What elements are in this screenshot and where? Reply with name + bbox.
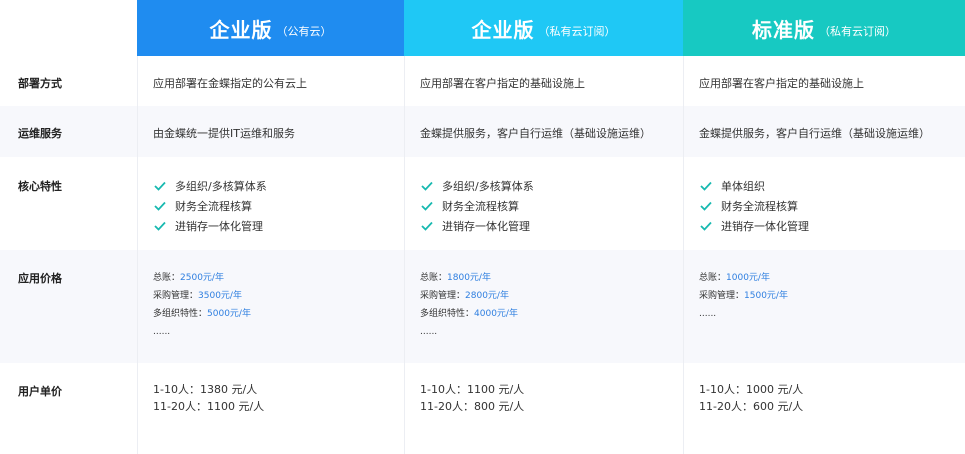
check-icon: [153, 219, 167, 233]
feature-item: 多组织/多核算体系: [153, 176, 267, 196]
price-item: 采购管理：1500元/年: [699, 287, 788, 305]
unit-price-line: 11-20人：600 元/人: [699, 400, 804, 413]
price-item: 多组织特性：4000元/年: [420, 305, 518, 323]
feature-text: 进销存一体化管理: [175, 220, 263, 233]
unit-price-line: 11-20人：1100 元/人: [153, 400, 265, 413]
column-divider: [404, 56, 405, 454]
column-header-enterprise-public: 企业版 （公有云）: [137, 0, 404, 56]
feature-text: 多组织/多核算体系: [175, 180, 267, 193]
feature-item: 多组织/多核算体系: [420, 176, 534, 196]
feature-item: 进销存一体化管理: [153, 216, 267, 236]
feature-item: 进销存一体化管理: [420, 216, 534, 236]
price-name: 总账：: [699, 273, 727, 283]
row-label: 运维服务: [18, 127, 62, 140]
price-name: 采购管理：: [420, 291, 466, 301]
price-value: 2500元/年: [180, 273, 224, 283]
price-value: 1000元/年: [726, 273, 770, 283]
price-name: 多组织特性：: [420, 309, 475, 319]
price-item: 采购管理：2800元/年: [420, 287, 518, 305]
unit-price-cell: 1-10人：1000 元/人 11-20人：600 元/人: [683, 381, 803, 415]
price-value: 2800元/年: [465, 291, 509, 301]
column-subtitle: （私有云订阅）: [819, 25, 896, 38]
feature-item: 进销存一体化管理: [699, 216, 809, 236]
check-icon: [699, 199, 713, 213]
unit-price-line: 11-20人：800 元/人: [420, 400, 525, 413]
row-label: 用户单价: [18, 385, 62, 398]
price-item: 采购管理：3500元/年: [153, 287, 251, 305]
feature-item: 财务全流程核算: [420, 196, 534, 216]
row-price: 应用价格 总账：2500元/年 采购管理：3500元/年 多组织特性：5000元…: [0, 250, 965, 363]
unit-price-line: 1-10人：1100 元/人: [420, 383, 525, 396]
price-ellipsis: ......: [699, 309, 717, 319]
column-title: 标准版: [752, 17, 815, 42]
price-name: 多组织特性：: [153, 309, 208, 319]
column-divider: [683, 56, 684, 454]
deploy-cell: 应用部署在金蝶指定的公有云上: [153, 77, 307, 90]
check-icon: [699, 179, 713, 193]
table-header: 企业版 （公有云） 企业版 （私有云订阅） 标准版 （私有云订阅）: [0, 0, 965, 56]
feature-text: 单体组织: [721, 180, 765, 193]
row-label: 核心特性: [18, 180, 62, 193]
column-subtitle: （公有云）: [276, 25, 332, 38]
price-name: 采购管理：: [153, 291, 199, 301]
deploy-cell: 应用部署在客户指定的基础设施上: [699, 77, 864, 90]
feature-text: 财务全流程核算: [721, 200, 798, 213]
column-header-enterprise-private: 企业版 （私有云订阅）: [404, 0, 683, 56]
price-cell: 总账：1800元/年 采购管理：2800元/年 多组织特性：4000元/年 ..…: [404, 269, 518, 341]
price-value: 3500元/年: [198, 291, 242, 301]
feature-item: 财务全流程核算: [699, 196, 809, 216]
ops-cell: 由金蝶统一提供IT运维和服务: [153, 127, 295, 140]
unit-price-cell: 1-10人：1100 元/人 11-20人：800 元/人: [404, 381, 524, 415]
price-name: 总账：: [420, 273, 448, 283]
check-icon: [420, 199, 434, 213]
price-name: 总账：: [153, 273, 181, 283]
check-icon: [153, 199, 167, 213]
row-label: 应用价格: [18, 272, 62, 285]
price-item: 总账：2500元/年: [153, 269, 251, 287]
price-value: 1500元/年: [744, 291, 788, 301]
price-ellipsis: ......: [153, 327, 171, 337]
price-item: 总账：1000元/年: [699, 269, 788, 287]
unit-price-line: 1-10人：1380 元/人: [153, 383, 258, 396]
feature-text: 进销存一体化管理: [442, 220, 530, 233]
row-core-features: 核心特性 多组织/多核算体系 财务全流程核算 进销存一体化管理 多组织/多核算体…: [0, 157, 965, 250]
pricing-comparison-table: 企业版 （公有云） 企业版 （私有云订阅） 标准版 （私有云订阅） 部署方式 应…: [0, 0, 965, 454]
check-icon: [420, 219, 434, 233]
features-cell: 多组织/多核算体系 财务全流程核算 进销存一体化管理: [404, 176, 534, 236]
row-deploy: 部署方式 应用部署在金蝶指定的公有云上 应用部署在客户指定的基础设施上 应用部署…: [0, 56, 965, 106]
price-value: 5000元/年: [207, 309, 251, 319]
feature-text: 多组织/多核算体系: [442, 180, 534, 193]
price-value: 4000元/年: [474, 309, 518, 319]
row-label: 部署方式: [18, 77, 62, 90]
price-item: 总账：1800元/年: [420, 269, 518, 287]
unit-price-cell: 1-10人：1380 元/人 11-20人：1100 元/人: [137, 381, 264, 415]
check-icon: [420, 179, 434, 193]
column-title: 企业版: [471, 17, 535, 42]
feature-item: 财务全流程核算: [153, 196, 267, 216]
price-item: 多组织特性：5000元/年: [153, 305, 251, 323]
price-name: 采购管理：: [699, 291, 745, 301]
column-divider: [137, 56, 138, 454]
price-cell: 总账：2500元/年 采购管理：3500元/年 多组织特性：5000元/年 ..…: [137, 269, 251, 341]
feature-item: 单体组织: [699, 176, 809, 196]
row-ops: 运维服务 由金蝶统一提供IT运维和服务 金蝶提供服务，客户自行运维（基础设施运维…: [0, 106, 965, 157]
column-header-standard-private: 标准版 （私有云订阅）: [683, 0, 965, 56]
ops-cell: 金蝶提供服务，客户自行运维（基础设施运维）: [420, 127, 651, 140]
ops-cell: 金蝶提供服务，客户自行运维（基础设施运维）: [699, 127, 930, 140]
price-cell: 总账：1000元/年 采购管理：1500元/年 ......: [683, 269, 788, 323]
check-icon: [699, 219, 713, 233]
row-unit-price: 用户单价 1-10人：1380 元/人 11-20人：1100 元/人 1-10…: [0, 363, 965, 454]
deploy-cell: 应用部署在客户指定的基础设施上: [420, 77, 585, 90]
column-subtitle: （私有云订阅）: [538, 25, 616, 38]
feature-text: 财务全流程核算: [442, 200, 519, 213]
column-title: 企业版: [209, 17, 273, 42]
features-cell: 单体组织 财务全流程核算 进销存一体化管理: [683, 176, 809, 236]
check-icon: [153, 179, 167, 193]
feature-text: 财务全流程核算: [175, 200, 252, 213]
price-ellipsis: ......: [420, 327, 438, 337]
feature-text: 进销存一体化管理: [721, 220, 809, 233]
unit-price-line: 1-10人：1000 元/人: [699, 383, 804, 396]
price-value: 1800元/年: [447, 273, 491, 283]
features-cell: 多组织/多核算体系 财务全流程核算 进销存一体化管理: [137, 176, 267, 236]
